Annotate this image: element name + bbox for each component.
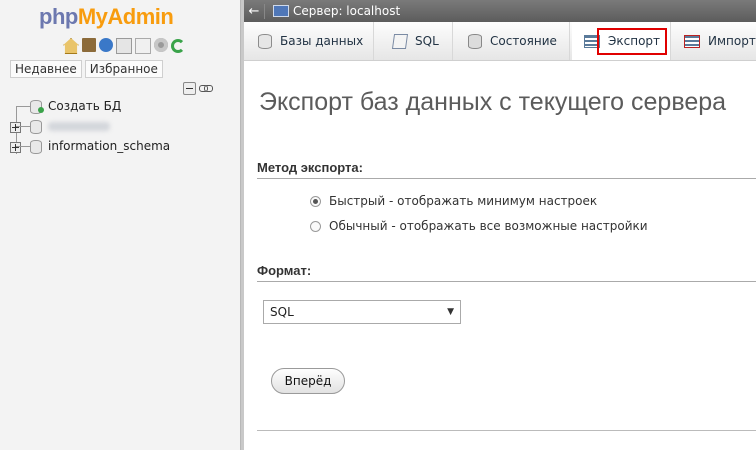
top-menu: Базы данных SQL Состояние Экспорт Импорт (244, 22, 756, 61)
export-method-heading: Метод экспорта: (257, 160, 756, 179)
recent-favorites-tabs: Недавнее Избранное (10, 60, 163, 78)
logo-myadmin: MyAdmin (77, 4, 174, 29)
radio-label[interactable]: Быстрый - отображать минимум настроек (329, 194, 597, 208)
radio-button[interactable] (310, 195, 321, 207)
dropdown-arrow-icon: ▼ (447, 307, 454, 317)
tab-label: Базы данных (280, 34, 364, 48)
collapse-all-button[interactable] (183, 82, 196, 95)
new-icon (38, 107, 44, 113)
tab-label: Состояние (490, 34, 557, 48)
sql-icon (391, 34, 409, 49)
phpmyadmin-logo[interactable]: phpMyAdmin (39, 4, 174, 30)
tree-item-hidden-db[interactable] (0, 116, 240, 136)
tab-label: SQL (415, 34, 439, 48)
tree-connector (16, 106, 30, 107)
status-icon (468, 34, 482, 49)
exit-icon[interactable] (82, 38, 96, 52)
database-icon (258, 34, 272, 49)
database-tree: Создать БД information_schema (0, 96, 240, 156)
tree-item-label[interactable]: Создать БД (48, 96, 121, 116)
export-tab-highlight (597, 28, 667, 55)
radio-button[interactable] (310, 220, 321, 232)
expand-icon[interactable] (10, 142, 21, 153)
tab-databases[interactable]: Базы данных (244, 22, 375, 60)
blurred-db-name[interactable] (48, 122, 110, 131)
divider (257, 430, 756, 431)
format-heading: Формат: (257, 263, 756, 282)
breadcrumb-bar: ← Сервер: localhost (244, 0, 756, 22)
tab-sql[interactable]: SQL (379, 22, 453, 60)
tree-connector (16, 126, 30, 127)
logo-php: php (39, 4, 78, 29)
docs-icon[interactable] (135, 38, 151, 54)
expand-icon[interactable] (10, 122, 21, 133)
format-select[interactable]: SQL ▼ (263, 300, 461, 324)
navigation-panel: phpMyAdmin Недавнее Избранное Создать БД (0, 0, 240, 450)
help-icon[interactable] (99, 38, 113, 52)
radio-label[interactable]: Обычный - отображать все возможные настр… (329, 219, 648, 233)
radio-quick[interactable]: Быстрый - отображать минимум настроек (310, 194, 597, 208)
tab-recent[interactable]: Недавнее (10, 60, 82, 78)
breadcrumb-server[interactable]: Сервер: localhost (293, 4, 400, 18)
nav-icon-row (63, 38, 185, 54)
reload-icon[interactable] (171, 39, 185, 53)
format-selected-value: SQL (270, 305, 294, 319)
go-button[interactable]: Вперёд (271, 368, 345, 394)
server-icon (273, 5, 289, 17)
tab-status[interactable]: Состояние (454, 22, 570, 60)
main-pane: ← Сервер: localhost Базы данных SQL Сост… (244, 0, 756, 450)
radio-custom[interactable]: Обычный - отображать все возможные настр… (310, 219, 648, 233)
import-icon (684, 35, 700, 48)
settings-icon[interactable] (154, 38, 168, 52)
docs-icon[interactable] (116, 38, 132, 54)
tree-item-information-schema[interactable]: information_schema (0, 136, 240, 156)
page-title: Экспорт баз данных с текущего сервера (259, 88, 727, 116)
back-arrow-icon[interactable]: ← (244, 3, 265, 19)
link-icon[interactable] (199, 82, 213, 93)
database-icon (30, 140, 42, 154)
tree-controls (183, 82, 213, 95)
database-icon (30, 120, 42, 134)
home-icon[interactable] (63, 38, 79, 54)
tab-import[interactable]: Импорт (672, 22, 756, 60)
tree-item-label[interactable]: information_schema (48, 136, 170, 156)
tab-favorites[interactable]: Избранное (84, 60, 163, 78)
tree-item-new-db[interactable]: Создать БД (0, 96, 240, 116)
tab-label: Импорт (708, 34, 756, 48)
tree-connector (16, 146, 30, 147)
